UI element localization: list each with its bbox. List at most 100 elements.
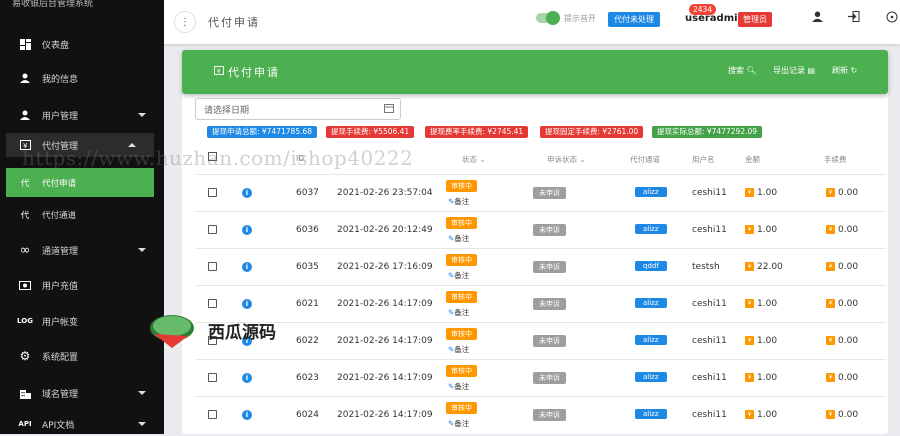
sidebar-item-label: 仪表盘 <box>42 40 70 51</box>
row-amount: ¥1.00 <box>745 336 777 346</box>
note-label: 备注 <box>454 382 470 391</box>
status-process-button[interactable]: 审核中 <box>446 365 477 377</box>
sidebar-item-users[interactable]: 用户管理 <box>0 103 164 127</box>
page-title: 代付申请 <box>208 16 260 29</box>
watermark: https://www.huzhan.com/ishop40222 <box>22 146 414 170</box>
export-label: 导出记录 <box>773 66 805 75</box>
sidebar-item-dashboard[interactable]: 仪表盘 <box>0 32 164 56</box>
pending-payout-button[interactable]: 代付未处理 <box>608 12 660 27</box>
channel-badge: alizz <box>635 224 667 234</box>
table-row[interactable]: i 6036 2021-02-26 20:12:49 审核中 ✎备注 未申诉 alizz ce… <box>196 211 886 248</box>
cash-icon <box>16 280 34 290</box>
note-link[interactable]: ✎备注 <box>448 196 469 207</box>
row-user: ceshi11 <box>692 188 727 198</box>
row-user: testsh <box>692 262 720 272</box>
sidebar-item-payout-apply[interactable]: 代 代付申请 <box>6 168 154 197</box>
row-amount: ¥1.00 <box>745 299 777 309</box>
status-process-button[interactable]: 审核中 <box>446 402 477 414</box>
note-link[interactable]: ✎备注 <box>448 418 469 429</box>
channel-badge: alizz <box>635 187 667 197</box>
row-amount: ¥1.00 <box>745 410 777 420</box>
log-icon: LOG <box>17 317 33 325</box>
status-process-button[interactable]: 审核中 <box>446 328 477 340</box>
table-row[interactable]: i 6035 2021-02-26 17:16:09 审核中 ✎备注 未申诉 qddf tes… <box>196 248 886 285</box>
chevron-down-icon <box>138 113 146 117</box>
sidebar-item-recharge[interactable]: 用户充值 <box>0 273 164 297</box>
export-button[interactable]: 导出记录 ▤ <box>773 65 815 76</box>
table-row[interactable]: i 6022 2021-02-26 14:17:09 审核中 ✎备注 未申诉 alizz ce… <box>196 322 886 359</box>
info-icon[interactable]: i <box>242 373 252 383</box>
sidebar-item-domains[interactable]: 域名管理 <box>0 381 164 405</box>
menu-toggle-button[interactable]: ⋮ <box>174 11 196 33</box>
table-row[interactable]: i 6024 2021-02-26 14:17:09 审核中 ✎备注 未申诉 alizz ce… <box>196 396 886 433</box>
sidebar-item-settings[interactable]: ⚙ 系统配置 <box>0 344 164 368</box>
appeal-status-badge: 未申诉 <box>533 187 566 199</box>
person-icon <box>16 110 34 120</box>
row-amount-value: 1.00 <box>757 373 778 383</box>
currency-icon: ¥ <box>826 188 835 197</box>
row-time: 2021-02-26 23:57:04 <box>337 188 433 198</box>
sidebar-item-channels[interactable]: ∞ 通道管理 <box>0 238 164 262</box>
table-row[interactable]: i 6023 2021-02-26 14:17:09 审核中 ✎备注 未申诉 alizz ce… <box>196 359 886 396</box>
row-amount: ¥1.00 <box>745 225 777 235</box>
table-row[interactable]: i 6037 2021-02-26 23:57:04 审核中 ✎备注 未申诉 alizz ce… <box>196 174 886 211</box>
row-amount: ¥1.00 <box>745 373 777 383</box>
row-fee: ¥0.00 <box>826 299 858 309</box>
row-amount: ¥22.00 <box>745 262 783 272</box>
sidebar-item-profile[interactable]: 我的信息 <box>0 66 164 90</box>
sidebar-item-api-docs[interactable]: API API文档 <box>0 412 164 436</box>
currency-icon: ¥ <box>826 336 835 345</box>
row-id: 6024 <box>296 410 319 420</box>
row-checkbox[interactable] <box>208 262 217 271</box>
row-checkbox[interactable] <box>208 299 217 308</box>
date-placeholder: 请选择日期 <box>204 106 250 116</box>
sidebar-item-balance-log[interactable]: LOG 用户帐变 <box>0 309 164 333</box>
info-icon[interactable]: i <box>242 188 252 198</box>
status-process-button[interactable]: 审核中 <box>446 180 477 192</box>
sidebar-item-payout-channel[interactable]: 代 代付通道 <box>0 203 164 227</box>
logout-icon[interactable] <box>848 11 860 25</box>
row-amount-value: 1.00 <box>757 299 778 309</box>
note-link[interactable]: ✎备注 <box>448 233 469 244</box>
role-badge: 管理员 <box>738 12 772 27</box>
top-bar: ⋮ 代付申请 提示音开 代付未处理 2434 useradmin 管理员 <box>164 0 900 44</box>
username: useradmin <box>685 13 745 24</box>
brand-title: 易收银后台管理系统 <box>12 0 94 9</box>
note-link[interactable]: ✎备注 <box>448 344 469 355</box>
status-process-button[interactable]: 审核中 <box>446 254 477 266</box>
sidebar-item-label: 用户管理 <box>42 111 79 122</box>
date-picker-input[interactable]: 请选择日期 <box>195 98 401 120</box>
logo-text: 西瓜源码 <box>208 323 276 343</box>
info-icon[interactable]: i <box>242 410 252 420</box>
refresh-button[interactable]: 刷新 ↻ <box>832 65 857 76</box>
note-link[interactable]: ✎备注 <box>448 270 469 281</box>
status-process-button[interactable]: 审核中 <box>446 217 477 229</box>
row-checkbox[interactable] <box>208 225 217 234</box>
note-link[interactable]: ✎备注 <box>448 381 469 392</box>
building-icon <box>16 388 34 399</box>
column-appeal[interactable]: 申诉状态 ⌄ <box>547 154 586 165</box>
sidebar-item-label: 代付申请 <box>42 178 77 189</box>
row-fee: ¥0.00 <box>826 188 858 198</box>
search-icon: 🔍︎ <box>746 66 757 75</box>
status-process-button[interactable]: 审核中 <box>446 291 477 303</box>
account-icon[interactable] <box>812 11 823 25</box>
row-checkbox[interactable] <box>208 373 217 382</box>
table-row[interactable]: i 6021 2021-02-26 14:17:09 审核中 ✎备注 未申诉 alizz ce… <box>196 285 886 322</box>
info-icon[interactable]: i <box>242 299 252 309</box>
info-icon[interactable]: i <box>242 225 252 235</box>
row-checkbox[interactable] <box>208 188 217 197</box>
sound-toggle[interactable] <box>536 11 560 25</box>
appeal-status-badge: 未申诉 <box>533 261 566 273</box>
row-id: 6023 <box>296 373 319 383</box>
row-checkbox[interactable] <box>208 410 217 419</box>
row-fee: ¥0.00 <box>826 225 858 235</box>
column-status[interactable]: 状态 ⌄ <box>462 154 486 165</box>
appeal-status-badge: 未申诉 <box>533 372 566 384</box>
help-icon[interactable] <box>886 11 898 26</box>
currency-icon: ¥ <box>745 410 754 419</box>
info-icon[interactable]: i <box>242 262 252 272</box>
note-link[interactable]: ✎备注 <box>448 307 469 318</box>
search-button[interactable]: 搜索 🔍︎ <box>728 65 757 76</box>
note-label: 备注 <box>454 234 470 243</box>
